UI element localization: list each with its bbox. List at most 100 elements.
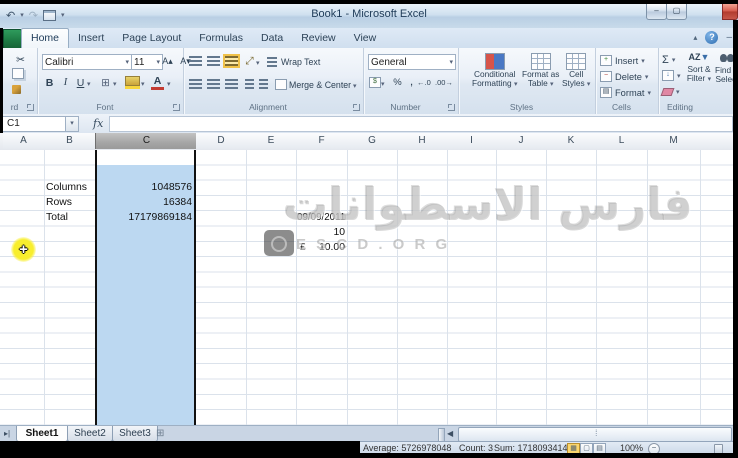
top-align-icon[interactable] bbox=[189, 56, 202, 66]
orientation-icon[interactable]: ⤢ bbox=[243, 54, 256, 69]
cell-B4[interactable]: Rows bbox=[46, 197, 94, 210]
wrap-text-button[interactable]: Wrap Text bbox=[281, 57, 320, 67]
insert-worksheet-icon[interactable]: ⊞ bbox=[156, 428, 164, 439]
tab-formulas[interactable]: Formulas bbox=[190, 29, 252, 48]
column-header-partial[interactable] bbox=[700, 133, 734, 149]
cell-C5[interactable]: 17179869184 bbox=[97, 212, 192, 225]
clipboard-dialog-launcher[interactable] bbox=[27, 104, 34, 111]
column-header-A[interactable]: A bbox=[3, 133, 45, 149]
tab-view[interactable]: View bbox=[345, 29, 386, 48]
chevron-down-icon[interactable]: ▾ bbox=[156, 58, 160, 66]
column-header-K[interactable]: K bbox=[546, 133, 597, 149]
borders-dropdown-icon[interactable]: ▾ bbox=[113, 80, 117, 88]
fill-color-dropdown-icon[interactable]: ▾ bbox=[141, 80, 145, 88]
cell-styles-button[interactable]: CellStyles ▾ bbox=[562, 53, 590, 89]
chevron-down-icon[interactable]: ▾ bbox=[449, 58, 453, 66]
format-painter-icon[interactable] bbox=[12, 85, 21, 94]
sheet-tab-sheet3[interactable]: Sheet3 bbox=[112, 426, 158, 442]
status-average: Average: 5726978048 bbox=[363, 443, 451, 453]
copy-icon[interactable] bbox=[12, 68, 24, 79]
tab-split-handle[interactable] bbox=[438, 428, 445, 442]
merge-center-button[interactable]: Merge & Center bbox=[289, 80, 351, 90]
underline-button[interactable]: U bbox=[74, 75, 87, 90]
tab-insert[interactable]: Insert bbox=[69, 29, 113, 48]
increase-decimal-icon[interactable]: ←.0 bbox=[417, 78, 431, 87]
tab-page-layout[interactable]: Page Layout bbox=[113, 29, 190, 48]
font-color-icon[interactable]: A bbox=[151, 74, 164, 90]
cell-C3[interactable]: 1048576 bbox=[97, 182, 192, 195]
accounting-dropdown-icon[interactable]: ▾ bbox=[381, 80, 385, 88]
sheet-tab-sheet2[interactable]: Sheet2 bbox=[67, 426, 113, 442]
cell-B3[interactable]: Columns bbox=[46, 182, 94, 195]
column-header-D[interactable]: D bbox=[196, 133, 247, 149]
merge-center-dropdown-icon[interactable]: ▾ bbox=[353, 82, 357, 90]
font-color-dropdown-icon[interactable]: ▾ bbox=[167, 80, 171, 88]
column-header-B[interactable]: B bbox=[44, 133, 96, 149]
column-header-L[interactable]: L bbox=[596, 133, 648, 149]
alignment-dialog-launcher[interactable] bbox=[353, 104, 360, 111]
file-button[interactable] bbox=[3, 29, 22, 49]
column-header-G[interactable]: G bbox=[347, 133, 398, 149]
collapse-ribbon-icon[interactable]: ▴ bbox=[693, 33, 697, 42]
scroll-left-icon[interactable]: ◀ bbox=[447, 429, 453, 438]
tab-review[interactable]: Review bbox=[292, 29, 344, 48]
font-size-select[interactable]: 11▾ bbox=[131, 54, 163, 70]
minimize-button[interactable]: – bbox=[646, 4, 667, 20]
chevron-down-icon[interactable]: ▾ bbox=[125, 58, 129, 66]
fill-button[interactable]: ↓▾ bbox=[662, 68, 681, 83]
delete-cells-button[interactable]: −Delete▾ bbox=[600, 69, 648, 84]
formula-input[interactable] bbox=[109, 116, 733, 132]
align-center-icon[interactable] bbox=[207, 79, 220, 89]
name-box-dropdown-icon[interactable]: ▾ bbox=[66, 116, 79, 132]
tab-home[interactable]: Home bbox=[21, 28, 69, 48]
decrease-indent-icon[interactable] bbox=[245, 79, 254, 89]
horizontal-scrollbar-thumb[interactable] bbox=[458, 427, 732, 442]
format-as-table-button[interactable]: Format asTable ▾ bbox=[522, 53, 559, 89]
font-name-select[interactable]: Calibri▾ bbox=[42, 54, 132, 70]
accounting-format-icon[interactable]: $ bbox=[369, 77, 381, 88]
number-format-select[interactable]: General▾ bbox=[368, 54, 456, 70]
column-header-I[interactable]: I bbox=[447, 133, 497, 149]
column-header-F[interactable]: F bbox=[296, 133, 348, 149]
tab-data[interactable]: Data bbox=[252, 29, 292, 48]
orientation-dropdown-icon[interactable]: ▾ bbox=[256, 59, 260, 67]
increase-indent-icon[interactable] bbox=[259, 79, 268, 89]
close-button[interactable] bbox=[722, 4, 738, 20]
sheet-nav-last-icon[interactable]: ▸| bbox=[4, 429, 10, 438]
grow-font-icon[interactable]: A▴ bbox=[161, 54, 174, 69]
autosum-button[interactable]: Σ▾ bbox=[662, 52, 675, 67]
column-header-M[interactable]: M bbox=[647, 133, 701, 149]
format-cells-button[interactable]: ▤Format▾ bbox=[600, 85, 651, 100]
conditional-formatting-button[interactable]: ConditionalFormatting ▾ bbox=[472, 53, 517, 89]
insert-function-icon[interactable]: fx bbox=[93, 117, 103, 130]
number-dialog-launcher[interactable] bbox=[448, 104, 455, 111]
percent-style-icon[interactable]: % bbox=[391, 75, 404, 90]
sort-filter-button[interactable]: AZ▼ Sort &Filter ▾ bbox=[686, 52, 712, 84]
column-header-J[interactable]: J bbox=[496, 133, 547, 149]
underline-dropdown-icon[interactable]: ▾ bbox=[87, 80, 91, 88]
sheet-tab-sheet1[interactable]: Sheet1 bbox=[16, 426, 68, 442]
align-left-icon[interactable] bbox=[189, 79, 202, 89]
maximize-button[interactable]: ▢ bbox=[666, 4, 687, 20]
middle-align-icon[interactable] bbox=[207, 56, 220, 66]
cell-C4[interactable]: 16384 bbox=[97, 197, 192, 210]
column-header-C[interactable]: C bbox=[95, 133, 198, 149]
borders-icon[interactable]: ⊞ bbox=[99, 75, 112, 90]
active-cell-C1[interactable] bbox=[97, 150, 194, 165]
decrease-decimal-icon[interactable]: .00→ bbox=[435, 78, 453, 87]
bold-button[interactable]: B bbox=[43, 75, 56, 90]
insert-cells-button[interactable]: +Insert▾ bbox=[600, 53, 645, 68]
column-header-E[interactable]: E bbox=[246, 133, 297, 149]
help-icon[interactable]: ? bbox=[705, 31, 718, 44]
bottom-align-icon[interactable] bbox=[225, 56, 238, 66]
clear-button[interactable]: ▾ bbox=[662, 84, 680, 99]
align-right-icon[interactable] bbox=[225, 79, 238, 89]
name-box[interactable]: C1 bbox=[2, 116, 66, 132]
font-dialog-launcher[interactable] bbox=[173, 104, 180, 111]
cut-icon[interactable]: ✂ bbox=[14, 52, 27, 67]
italic-button[interactable]: I bbox=[59, 75, 72, 90]
cell-B5[interactable]: Total bbox=[46, 212, 94, 225]
fill-color-icon[interactable] bbox=[125, 76, 140, 86]
column-header-H[interactable]: H bbox=[397, 133, 448, 149]
workbook-minimize-icon[interactable]: – bbox=[726, 32, 732, 43]
